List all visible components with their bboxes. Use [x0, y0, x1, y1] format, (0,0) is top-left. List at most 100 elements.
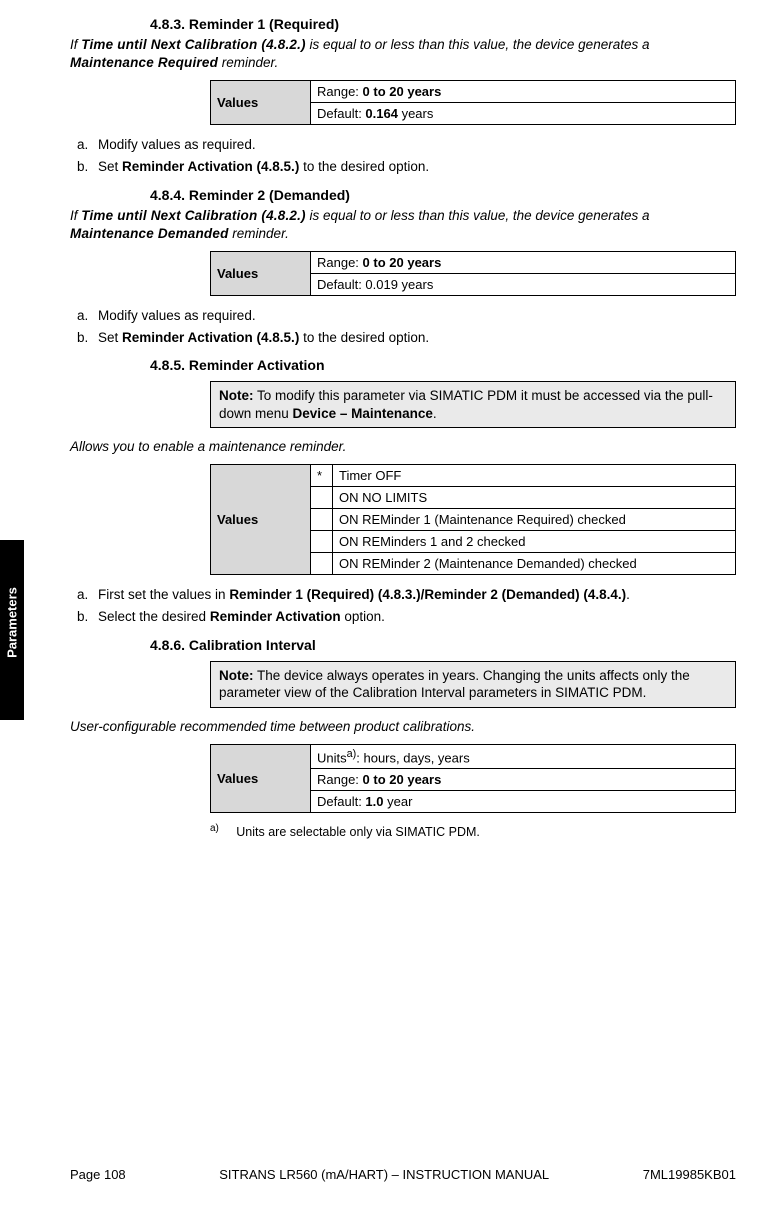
- text: : hours, days, years: [356, 750, 469, 765]
- marker-cell: [311, 531, 333, 553]
- table-cell: Range: 0 to 20 years: [311, 252, 736, 274]
- text: years: [398, 106, 433, 121]
- step-item: Set Reminder Activation (4.8.5.) to the …: [92, 328, 736, 348]
- marker-cell: [311, 553, 333, 575]
- table-cell: Default: 1.0 year: [311, 791, 736, 813]
- default-marker: *: [311, 465, 333, 487]
- text: to the desired option.: [299, 159, 429, 174]
- text: is equal to or less than this value, the…: [306, 208, 650, 223]
- text: Set: [98, 330, 122, 345]
- heading-title: Reminder 2 (Demanded): [189, 187, 350, 203]
- text: If: [70, 37, 81, 52]
- heading-num: 4.8.3.: [150, 16, 185, 32]
- step-item: Modify values as required.: [92, 306, 736, 326]
- heading-title: Reminder Activation: [189, 357, 325, 373]
- term: Maintenance Demanded: [70, 226, 229, 241]
- steps-4-8-3: Modify values as required. Set Reminder …: [92, 135, 736, 176]
- text: Select the desired: [98, 609, 210, 624]
- step-item: Modify values as required.: [92, 135, 736, 155]
- values-table-4-8-5: Values * Timer OFF ON NO LIMITS ON REMin…: [210, 464, 736, 575]
- option-cell: ON REMinder 2 (Maintenance Demanded) che…: [333, 553, 736, 575]
- heading-4-8-5: 4.8.5. Reminder Activation: [150, 357, 736, 373]
- text: Range:: [317, 84, 363, 99]
- page-footer: Page 108 SITRANS LR560 (mA/HART) – INSTR…: [70, 1167, 736, 1182]
- ref-link: Reminder 1 (Required) (4.8.3.)/Reminder …: [229, 587, 626, 602]
- note-label: Note:: [219, 388, 254, 403]
- option-cell: ON REMinders 1 and 2 checked: [333, 531, 736, 553]
- marker-cell: [311, 487, 333, 509]
- text: reminder.: [218, 55, 278, 70]
- values-table-4-8-3: Values Range: 0 to 20 years Default: 0.1…: [210, 80, 736, 125]
- table-cell: Default: 0.019 years: [311, 274, 736, 296]
- text: to the desired option.: [299, 330, 429, 345]
- step-item: First set the values in Reminder 1 (Requ…: [92, 585, 736, 605]
- text: reminder.: [229, 226, 289, 241]
- heading-4-8-4: 4.8.4. Reminder 2 (Demanded): [150, 187, 736, 203]
- desc-4-8-4: If Time until Next Calibration (4.8.2.) …: [70, 207, 736, 243]
- footer-title: SITRANS LR560 (mA/HART) – INSTRUCTION MA…: [219, 1167, 549, 1182]
- value: 1.0: [365, 794, 383, 809]
- text: .: [626, 587, 630, 602]
- desc-4-8-5: Allows you to enable a maintenance remin…: [70, 438, 736, 456]
- values-header: Values: [211, 252, 311, 296]
- values-header: Values: [211, 465, 311, 575]
- text: Default:: [317, 106, 365, 121]
- text: Range:: [317, 255, 363, 270]
- table-cell: Range: 0 to 20 years: [311, 81, 736, 103]
- term: Maintenance Required: [70, 55, 218, 70]
- heading-4-8-6: 4.8.6. Calibration Interval: [150, 637, 736, 653]
- option-cell: ON REMinder 1 (Maintenance Required) che…: [333, 509, 736, 531]
- ref-link: Time until Next Calibration (4.8.2.): [81, 208, 306, 223]
- heading-title: Calibration Interval: [189, 637, 316, 653]
- heading-title: Reminder 1 (Required): [189, 16, 339, 32]
- page-content: 4.8.3. Reminder 1 (Required) If Time unt…: [0, 0, 766, 839]
- step-item: Set Reminder Activation (4.8.5.) to the …: [92, 157, 736, 177]
- table-cell: Unitsa): hours, days, years: [311, 744, 736, 768]
- values-table-4-8-4: Values Range: 0 to 20 years Default: 0.0…: [210, 251, 736, 296]
- footnote-4-8-6: a) Units are selectable only via SIMATIC…: [210, 823, 736, 839]
- table-cell: Default: 0.164 years: [311, 103, 736, 125]
- values-header: Values: [211, 744, 311, 812]
- heading-4-8-3: 4.8.3. Reminder 1 (Required): [150, 16, 736, 32]
- text: .: [433, 406, 437, 421]
- text: option.: [341, 609, 385, 624]
- text: Set: [98, 159, 122, 174]
- ref-link: Reminder Activation (4.8.5.): [122, 330, 299, 345]
- desc-4-8-3: If Time until Next Calibration (4.8.2.) …: [70, 36, 736, 72]
- note-4-8-5: Note: To modify this parameter via SIMAT…: [210, 381, 736, 428]
- ref-link: Time until Next Calibration (4.8.2.): [81, 37, 306, 52]
- note-label: Note:: [219, 668, 254, 683]
- text: First set the values in: [98, 587, 229, 602]
- text: Default:: [317, 794, 365, 809]
- footnote-marker: a): [210, 823, 219, 834]
- option-cell: Timer OFF: [333, 465, 736, 487]
- footer-docnum: 7ML19985KB01: [643, 1167, 736, 1182]
- term: Reminder Activation: [210, 609, 341, 624]
- heading-num: 4.8.4.: [150, 187, 185, 203]
- footnote-text: Units are selectable only via SIMATIC PD…: [236, 825, 480, 839]
- values-header: Values: [211, 81, 311, 125]
- text: The device always operates in years. Cha…: [219, 668, 690, 701]
- text: year: [384, 794, 413, 809]
- ref-link: Reminder Activation (4.8.5.): [122, 159, 299, 174]
- text: Units: [317, 750, 347, 765]
- heading-num: 4.8.6.: [150, 637, 185, 653]
- footnote-ref: a): [347, 748, 357, 760]
- step-item: Select the desired Reminder Activation o…: [92, 607, 736, 627]
- marker-cell: [311, 509, 333, 531]
- steps-4-8-4: Modify values as required. Set Reminder …: [92, 306, 736, 347]
- menu-path: Device – Maintenance: [293, 406, 433, 421]
- value: 0 to 20 years: [363, 84, 442, 99]
- value: 0 to 20 years: [363, 255, 442, 270]
- side-tab-label: Parameters: [5, 583, 20, 663]
- footer-page: Page 108: [70, 1167, 126, 1182]
- text: If: [70, 208, 81, 223]
- values-table-4-8-6: Values Unitsa): hours, days, years Range…: [210, 744, 736, 813]
- value: 0 to 20 years: [363, 772, 442, 787]
- value: 0.164: [365, 106, 398, 121]
- note-4-8-6: Note: The device always operates in year…: [210, 661, 736, 708]
- heading-num: 4.8.5.: [150, 357, 185, 373]
- desc-4-8-6: User-configurable recommended time betwe…: [70, 718, 736, 736]
- text: Range:: [317, 772, 363, 787]
- option-cell: ON NO LIMITS: [333, 487, 736, 509]
